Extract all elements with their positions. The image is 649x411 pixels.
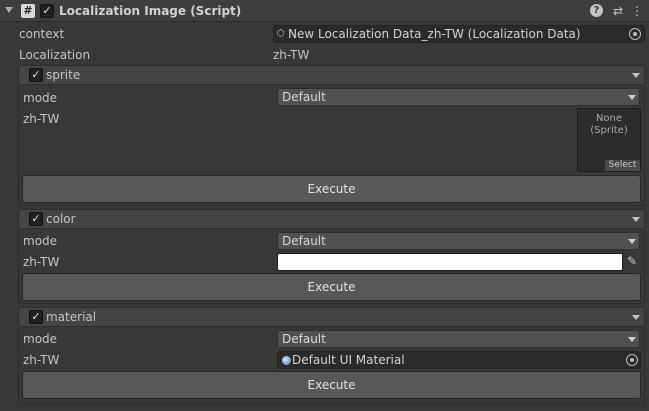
script-icon: # xyxy=(21,4,35,18)
sprite-object-field[interactable]: None (Sprite) Select xyxy=(577,108,641,172)
color-foldout[interactable]: ✓ color xyxy=(18,209,645,229)
sprite-mode-value: Default xyxy=(282,90,326,104)
sprite-enabled-checkbox[interactable]: ✓ xyxy=(29,68,43,82)
fold-arrow-icon[interactable] xyxy=(5,7,13,13)
object-picker-icon[interactable] xyxy=(629,28,641,40)
help-icon[interactable]: ? xyxy=(590,4,603,17)
material-enabled-checkbox[interactable]: ✓ xyxy=(29,310,43,324)
context-label: context xyxy=(19,27,65,41)
material-icon xyxy=(282,356,291,365)
color-enabled-checkbox[interactable]: ✓ xyxy=(29,212,43,226)
material-locale-label: zh-TW xyxy=(23,353,60,367)
sprite-locale-label: zh-TW xyxy=(23,112,60,126)
sprite-value-line2: (Sprite) xyxy=(590,125,628,136)
material-mode-value: Default xyxy=(282,332,326,346)
sprite-select-button[interactable]: Select xyxy=(605,160,640,171)
color-mode-label: mode xyxy=(23,234,58,248)
material-value: Default UI Material xyxy=(292,353,405,367)
localization-data-icon: ⬡ xyxy=(277,29,285,39)
color-execute-button[interactable]: Execute xyxy=(22,273,641,301)
material-mode-label: mode xyxy=(23,332,58,346)
component-enabled-checkbox[interactable]: ✓ xyxy=(40,4,54,18)
localization-value: zh-TW xyxy=(273,48,310,62)
color-locale-label: zh-TW xyxy=(23,255,60,269)
component-title: Localization Image (Script) xyxy=(59,4,242,18)
color-swatch-field[interactable] xyxy=(277,253,623,271)
material-foldout[interactable]: ✓ material xyxy=(18,307,645,327)
sprite-mode-label: mode xyxy=(23,91,58,105)
context-object-field[interactable]: ⬡ New Localization Data_zh-TW (Localizat… xyxy=(273,25,645,43)
sprite-value-line1: None xyxy=(595,113,623,124)
sprite-foldout[interactable]: ✓ sprite xyxy=(18,65,645,85)
chevron-down-icon[interactable] xyxy=(632,73,640,78)
sprite-execute-button[interactable]: Execute xyxy=(22,175,641,203)
more-icon[interactable]: ⋮ xyxy=(630,4,644,18)
localization-label: Localization xyxy=(19,48,91,62)
material-mode-dropdown[interactable]: Default xyxy=(277,330,640,348)
chevron-down-icon[interactable] xyxy=(632,315,640,320)
eyedropper-icon[interactable]: ✎ xyxy=(627,253,641,269)
chevron-down-icon[interactable] xyxy=(632,217,640,222)
color-foldout-label: color xyxy=(46,212,76,226)
color-mode-value: Default xyxy=(282,234,326,248)
preset-icon[interactable]: ⇄ xyxy=(611,4,625,18)
sprite-mode-dropdown[interactable]: Default xyxy=(277,88,640,106)
material-foldout-label: material xyxy=(46,310,97,324)
object-picker-icon[interactable] xyxy=(626,354,638,366)
sprite-foldout-label: sprite xyxy=(46,68,81,82)
chevron-down-icon xyxy=(628,95,636,100)
chevron-down-icon xyxy=(628,239,636,244)
context-value: New Localization Data_zh-TW (Localizatio… xyxy=(288,27,581,41)
material-object-field[interactable]: Default UI Material xyxy=(277,351,641,369)
material-execute-button[interactable]: Execute xyxy=(22,371,641,399)
color-mode-dropdown[interactable]: Default xyxy=(277,232,640,250)
chevron-down-icon xyxy=(628,337,636,342)
